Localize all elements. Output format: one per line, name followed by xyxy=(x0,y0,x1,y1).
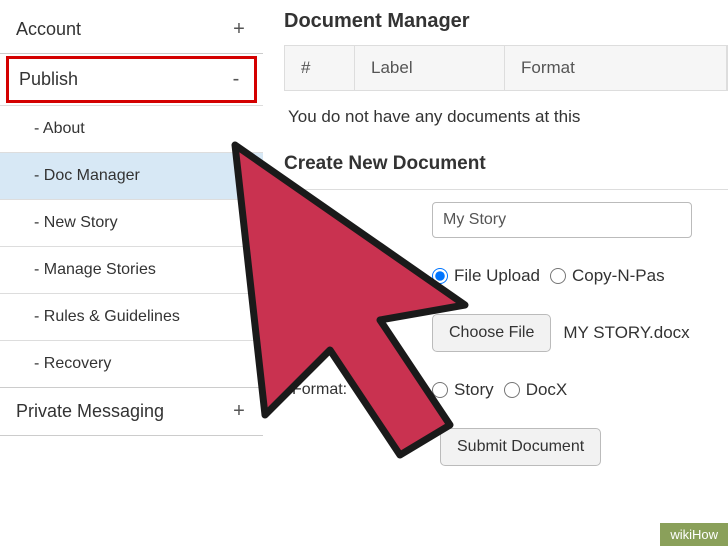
create-heading: Create New Document xyxy=(284,153,728,175)
sidebar-item-doc-manager[interactable]: - Doc Manager xyxy=(0,152,263,199)
sidebar-label: Private Messaging xyxy=(16,401,164,422)
radio-format-story[interactable] xyxy=(432,382,448,398)
choose-file-button[interactable]: Choose File xyxy=(432,314,551,352)
empty-message: You do not have any documents at this xyxy=(284,91,728,143)
main-content: Document Manager # Label Format You do n… xyxy=(264,0,728,546)
create-form: Label: File Upload Copy-N-Pas xyxy=(284,189,728,466)
sidebar-item-rules[interactable]: - Rules & Guidelines xyxy=(0,293,263,340)
column-label: Label xyxy=(355,46,505,90)
label-field-label: Label: xyxy=(292,211,432,229)
format-docx[interactable]: DocX xyxy=(504,380,568,400)
radio-copy-paste[interactable] xyxy=(550,268,566,284)
radio-file-upload[interactable] xyxy=(432,268,448,284)
publish-submenu: - About - Doc Manager - New Story - Mana… xyxy=(0,105,263,387)
watermark: wikiHow xyxy=(660,523,728,546)
sidebar-item-manage-stories[interactable]: - Manage Stories xyxy=(0,246,263,293)
sidebar: Account + Publish - - About - Doc Manage… xyxy=(0,0,264,546)
format-story[interactable]: Story xyxy=(432,380,494,400)
sidebar-section-publish[interactable]: Publish - xyxy=(6,56,257,103)
selected-filename: MY STORY.docx xyxy=(563,323,689,343)
expand-icon: + xyxy=(231,18,247,41)
sidebar-section-messaging[interactable]: Private Messaging + xyxy=(0,388,263,435)
submit-button[interactable]: Submit Document xyxy=(440,428,601,466)
format-field-label: Format: xyxy=(292,381,432,399)
sidebar-item-new-story[interactable]: - New Story xyxy=(0,199,263,246)
sidebar-label: Publish xyxy=(19,69,78,90)
label-input[interactable] xyxy=(432,202,692,238)
column-number: # xyxy=(285,46,355,90)
page-title: Document Manager xyxy=(284,10,728,33)
collapse-icon: - xyxy=(228,68,244,91)
sidebar-item-recovery[interactable]: - Recovery xyxy=(0,340,263,387)
sidebar-label: Account xyxy=(16,19,81,40)
method-file-upload[interactable]: File Upload xyxy=(432,266,540,286)
sidebar-item-about[interactable]: - About xyxy=(0,105,263,152)
documents-table-header: # Label Format xyxy=(284,45,728,91)
radio-format-docx[interactable] xyxy=(504,382,520,398)
sidebar-section-account[interactable]: Account + xyxy=(0,6,263,53)
column-format: Format xyxy=(505,46,727,90)
expand-icon: + xyxy=(231,400,247,423)
method-copy-paste[interactable]: Copy-N-Pas xyxy=(550,266,665,286)
